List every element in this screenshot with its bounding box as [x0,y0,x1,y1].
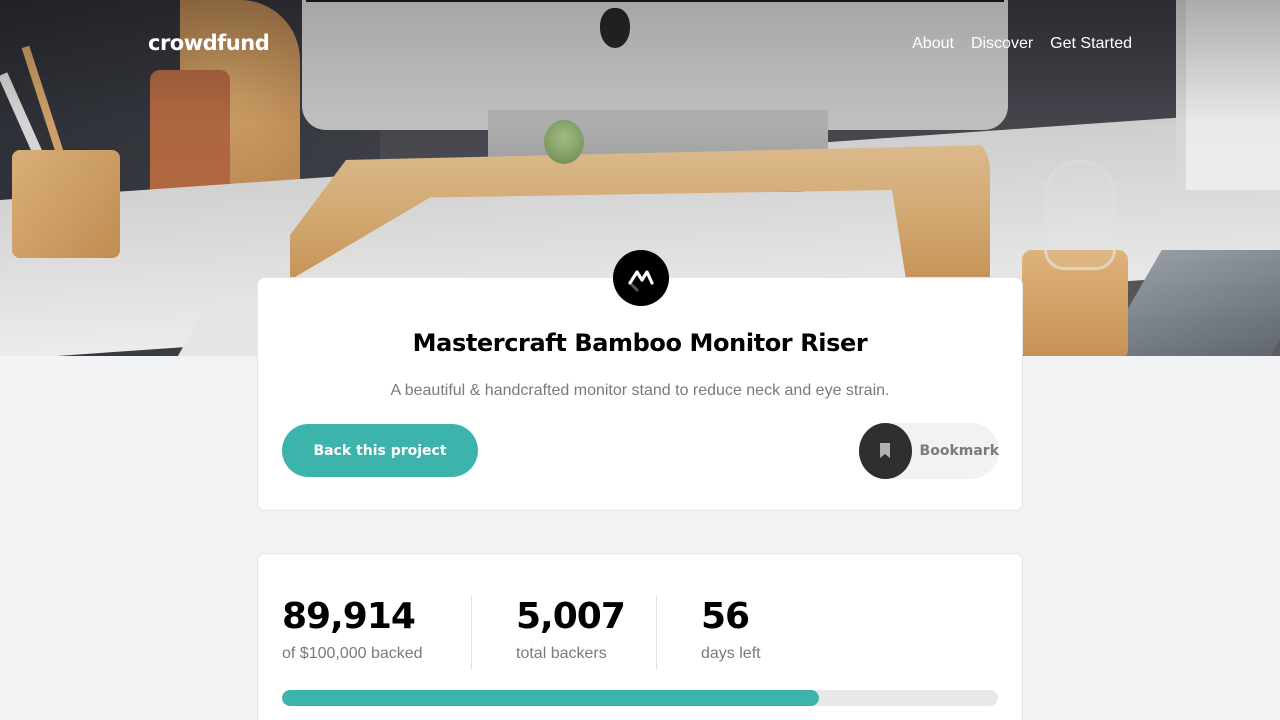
divider [471,595,472,670]
funding-progress-fill [282,690,819,706]
stat-days: 56 days left [701,596,761,663]
bookmark-label: Bookmark [919,443,999,459]
divider [656,595,657,670]
stats-card: 89,914 of $100,000 backed 5,007 total ba… [257,553,1023,720]
project-title: Mastercraft Bamboo Monitor Riser [412,329,868,357]
stat-backed: 89,914 of $100,000 backed [282,596,423,663]
bookmark-button[interactable]: Bookmark [859,423,999,479]
funding-progress-bar [282,690,998,706]
stat-backers: 5,007 total backers [516,596,626,663]
project-description: A beautiful & handcrafted monitor stand … [390,382,890,399]
site-logo[interactable]: crowdfund [148,31,270,55]
nav-link-get-started[interactable]: Get Started [1050,35,1132,53]
nav-link-discover[interactable]: Discover [971,35,1033,53]
days-left-count: 56 [701,596,750,637]
project-intro-card: Mastercraft Bamboo Monitor Riser A beaut… [257,250,1023,511]
nav-link-about[interactable]: About [912,35,954,53]
mastercraft-logo-icon [613,250,669,306]
backers-label: total backers [516,645,607,662]
backers-count: 5,007 [516,596,626,637]
bookmark-icon [859,423,912,479]
back-project-button[interactable]: Back this project [282,424,478,477]
main-nav: About Discover Get Started [912,35,1132,53]
days-left-label: days left [701,645,761,662]
backed-amount: 89,914 [282,596,416,637]
backed-label: of $100,000 backed [282,645,423,662]
